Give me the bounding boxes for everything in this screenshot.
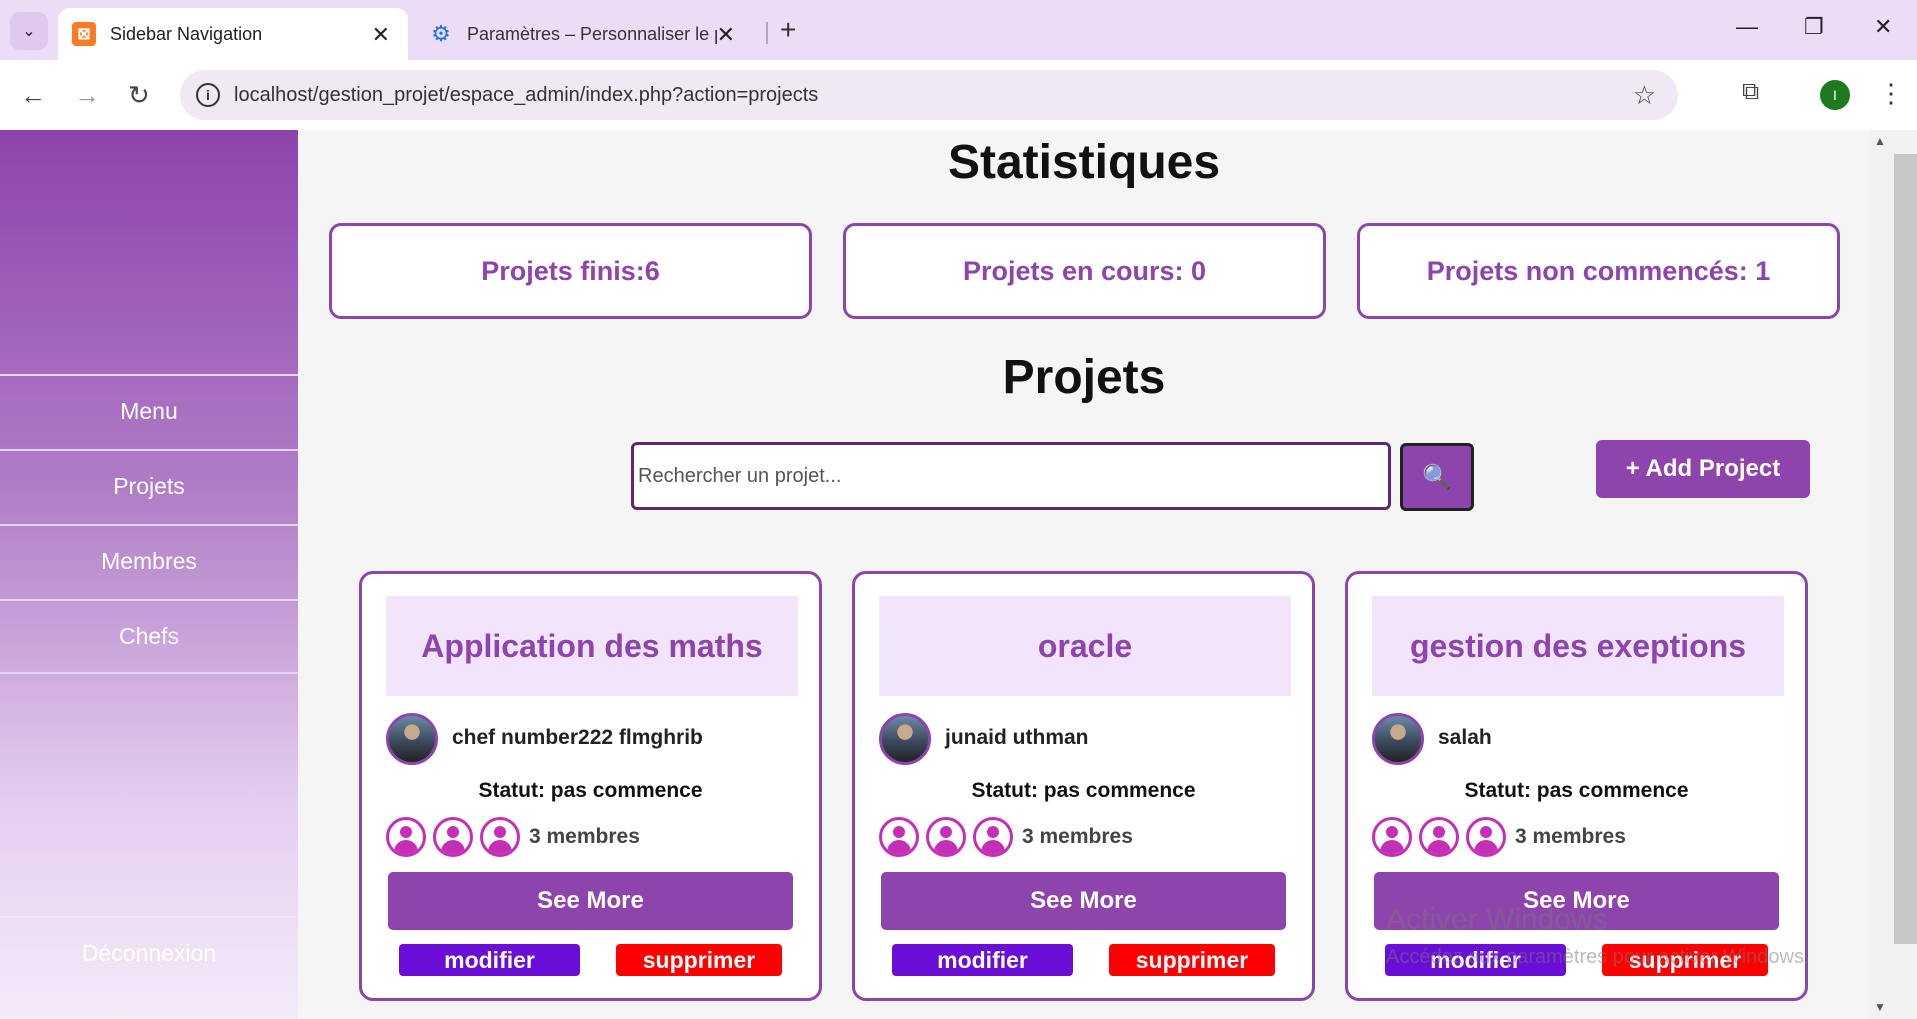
- sidebar-item-menu[interactable]: Menu: [0, 374, 298, 447]
- member-icon: [926, 817, 966, 857]
- sidebar-item-label: Membres: [101, 548, 197, 574]
- delete-button[interactable]: supprimer: [1109, 944, 1275, 976]
- url-text[interactable]: localhost/gestion_projet/espace_admin/in…: [234, 84, 818, 107]
- window-close-icon[interactable]: ✕: [1874, 14, 1892, 40]
- tab-divider: [766, 22, 768, 44]
- member-icon: [386, 817, 426, 857]
- member-icon: [1466, 817, 1506, 857]
- stats-heading: Statistiques: [947, 136, 1221, 189]
- page-scrollbar[interactable]: ▲ ▼: [1870, 130, 1917, 1019]
- edit-button[interactable]: modifier: [399, 944, 580, 976]
- delete-button[interactable]: supprimer: [616, 944, 782, 976]
- search-button[interactable]: 🔍: [1400, 443, 1474, 511]
- stat-card-not-started: Projets non commencés: 1: [1357, 223, 1840, 319]
- member-icon: [1372, 817, 1412, 857]
- sidebar-item-chefs[interactable]: Chefs: [0, 599, 298, 674]
- tab-parametres[interactable]: ⚙ Paramètres – Personnaliser le pr ✕: [415, 8, 755, 60]
- member-icon: [480, 817, 520, 857]
- browser-chrome: ⌄ ⊠ Sidebar Navigation ✕ ⚙ Paramètres – …: [0, 0, 1917, 130]
- scrollbar-thumb[interactable]: [1894, 154, 1917, 944]
- see-more-button[interactable]: See More: [388, 872, 793, 930]
- project-status: Statut: pas commence: [1464, 779, 1689, 802]
- project-card: Application des maths chef number222 flm…: [359, 571, 822, 1001]
- close-icon[interactable]: ✕: [717, 22, 735, 48]
- project-title: gestion des exeptions: [1372, 596, 1784, 696]
- edit-button[interactable]: modifier: [1385, 944, 1566, 976]
- bookmark-star-icon[interactable]: ☆: [1633, 80, 1656, 111]
- chef-avatar: [1372, 713, 1424, 765]
- browser-toolbar: ← → ↻ i localhost/gestion_projet/espace_…: [0, 60, 1917, 130]
- tab-strip: ⌄ ⊠ Sidebar Navigation ✕ ⚙ Paramètres – …: [0, 0, 1917, 60]
- main-content: Statistiques Projets finis:6 Projets en …: [298, 130, 1870, 1019]
- search-icon: 🔍: [1422, 463, 1452, 491]
- stat-card-in-progress: Projets en cours: 0: [843, 223, 1326, 319]
- stat-card-finished: Projets finis:6: [329, 223, 812, 319]
- tab-title: Paramètres – Personnaliser le pr: [467, 23, 717, 44]
- project-card: oracle junaid uthman Statut: pas commenc…: [852, 571, 1315, 1001]
- members-count: 3 membres: [529, 825, 640, 848]
- project-title: oracle: [879, 596, 1291, 696]
- members-count: 3 membres: [1515, 825, 1626, 848]
- search-input[interactable]: Rechercher un projet...: [631, 442, 1391, 510]
- chef-name: junaid uthman: [945, 726, 1089, 749]
- new-tab-icon[interactable]: +: [780, 14, 796, 46]
- more-menu-icon[interactable]: ⋮: [1878, 78, 1904, 109]
- add-project-button[interactable]: + Add Project: [1596, 440, 1810, 498]
- scroll-down-arrow-icon[interactable]: ▼: [1870, 1000, 1890, 1014]
- tab-search-button[interactable]: ⌄: [10, 12, 48, 50]
- chef-name: chef number222 flmghrib: [452, 726, 703, 749]
- project-title: Application des maths: [386, 596, 798, 696]
- extensions-icon[interactable]: ⧉: [1742, 78, 1759, 106]
- logout-label: Déconnexion: [81, 940, 217, 966]
- sidebar-item-projets[interactable]: Projets: [0, 449, 298, 522]
- member-icon: [973, 817, 1013, 857]
- projects-heading: Projets: [1002, 351, 1166, 404]
- chef-avatar: [386, 713, 438, 765]
- back-icon[interactable]: ←: [20, 80, 46, 111]
- gear-icon: ⚙: [431, 21, 451, 46]
- member-icon: [879, 817, 919, 857]
- edit-button[interactable]: modifier: [892, 944, 1073, 976]
- reload-icon[interactable]: ↻: [128, 80, 150, 111]
- logout-button[interactable]: Déconnexion: [0, 916, 298, 991]
- chef-name: salah: [1438, 726, 1492, 749]
- tab-sidebar-navigation[interactable]: ⊠ Sidebar Navigation ✕: [58, 8, 408, 60]
- site-info-icon[interactable]: i: [196, 83, 220, 107]
- chef-avatar: [879, 713, 931, 765]
- scroll-up-arrow-icon[interactable]: ▲: [1870, 134, 1890, 148]
- minimize-icon[interactable]: —: [1736, 14, 1758, 40]
- tab-title: Sidebar Navigation: [110, 23, 263, 44]
- see-more-button[interactable]: See More: [881, 872, 1286, 930]
- sidebar: Menu Projets Membres Chefs Déconnexion: [0, 130, 298, 1019]
- members-row: 3 membres: [1372, 817, 1626, 857]
- members-row: 3 membres: [879, 817, 1133, 857]
- sidebar-item-label: Menu: [120, 398, 178, 424]
- address-bar[interactable]: i localhost/gestion_projet/espace_admin/…: [180, 70, 1678, 120]
- sidebar-item-label: Projets: [113, 473, 185, 499]
- project-status: Statut: pas commence: [478, 779, 703, 802]
- xampp-icon: ⊠: [72, 22, 96, 46]
- member-icon: [433, 817, 473, 857]
- delete-button[interactable]: supprimer: [1602, 944, 1768, 976]
- chevron-down-icon: ⌄: [22, 23, 36, 40]
- project-status: Statut: pas commence: [971, 779, 1196, 802]
- members-row: 3 membres: [386, 817, 640, 857]
- members-count: 3 membres: [1022, 825, 1133, 848]
- member-icon: [1419, 817, 1459, 857]
- profile-avatar[interactable]: I: [1820, 80, 1850, 110]
- project-card: gestion des exeptions salah Statut: pas …: [1345, 571, 1808, 1001]
- sidebar-item-membres[interactable]: Membres: [0, 524, 298, 597]
- forward-icon[interactable]: →: [74, 80, 100, 111]
- sidebar-item-label: Chefs: [118, 623, 180, 649]
- close-icon[interactable]: ✕: [372, 22, 390, 48]
- see-more-button[interactable]: See More: [1374, 872, 1779, 930]
- restore-icon[interactable]: ❐: [1804, 14, 1824, 40]
